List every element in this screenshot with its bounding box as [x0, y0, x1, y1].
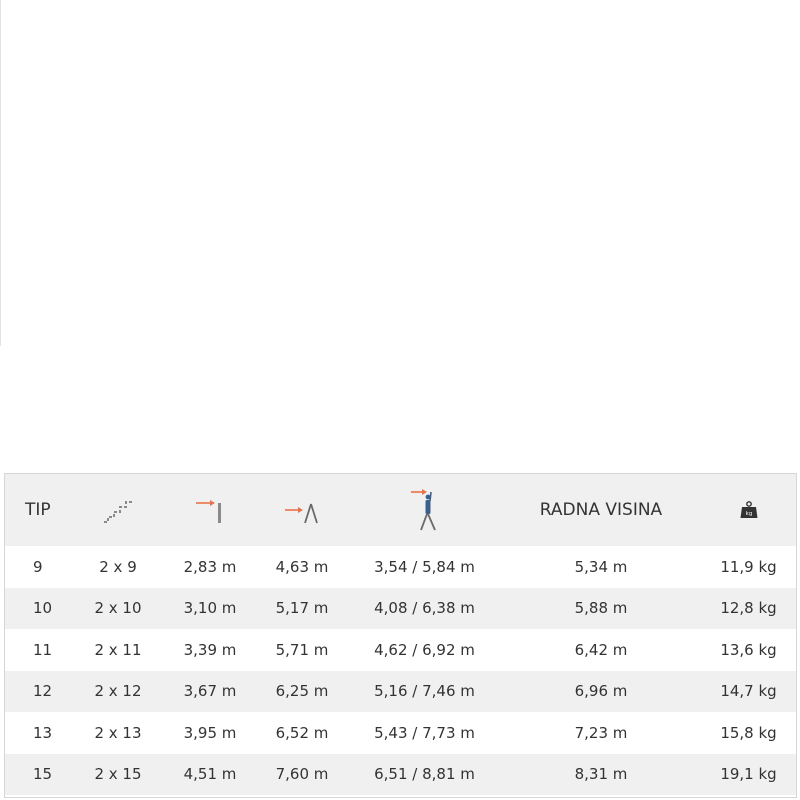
cell-weight: 12,8 kg	[720, 599, 777, 618]
table-row: 10 2 x 10 3,10 m 5,17 m 4,08 / 6,38 m 5,…	[5, 587, 796, 629]
cell-work-height: 7,23 m	[574, 723, 628, 742]
cell-weight: 14,7 kg	[720, 682, 777, 701]
cell-steps: 2 x 15	[94, 765, 142, 784]
cell-a-frame-height: 7,60 m	[275, 765, 329, 784]
weight-icon: kg	[740, 501, 757, 518]
cell-steps: 2 x 13	[94, 723, 142, 742]
table-body: 9 2 x 9 2,83 m 4,63 m 3,54 / 5,84 m 5,34…	[5, 546, 796, 795]
table-row: 13 2 x 13 3,95 m 6,52 m 5,43 / 7,73 m 7,…	[5, 712, 796, 754]
header-reach-height	[348, 474, 501, 546]
header-work-height: RADNA VISINA	[539, 500, 663, 520]
cell-tip: 10	[33, 599, 53, 618]
cell-reach-height: 6,51 / 8,81 m	[374, 765, 475, 784]
cell-work-height: 6,96 m	[574, 682, 628, 701]
cell-ladder-height: 4,51 m	[183, 765, 237, 784]
header-tip: TIP	[25, 500, 51, 520]
a-frame-height-icon	[285, 503, 318, 524]
cell-steps: 2 x 10	[94, 599, 142, 618]
cell-reach-height: 4,62 / 6,92 m	[374, 640, 475, 659]
cell-reach-height: 5,43 / 7,73 m	[374, 723, 475, 742]
cell-a-frame-height: 4,63 m	[275, 557, 329, 576]
header-steps	[72, 474, 164, 546]
cell-steps: 2 x 11	[94, 640, 142, 659]
weight-icon-label: kg	[745, 511, 752, 517]
cell-ladder-height: 2,83 m	[183, 557, 237, 576]
cell-weight: 11,9 kg	[720, 557, 777, 576]
cell-work-height: 8,31 m	[574, 765, 628, 784]
cell-work-height: 6,42 m	[574, 640, 628, 659]
ladder-length-icon	[196, 500, 221, 523]
cell-weight: 15,8 kg	[720, 723, 777, 742]
cell-tip: 15	[33, 765, 53, 784]
header-a-frame-height	[256, 474, 348, 546]
cell-ladder-height: 3,67 m	[183, 682, 237, 701]
cell-tip: 12	[33, 682, 53, 701]
cell-steps: 2 x 12	[94, 682, 142, 701]
table-row: 9 2 x 9 2,83 m 4,63 m 3,54 / 5,84 m 5,34…	[5, 546, 796, 588]
cell-steps: 2 x 9	[99, 557, 137, 576]
cell-a-frame-height: 6,25 m	[275, 682, 329, 701]
cell-reach-height: 5,16 / 7,46 m	[374, 682, 475, 701]
spec-table: TIP RADNA VISINA kg 9 2 x 9 2,83 m 4,63 …	[5, 474, 796, 795]
cell-weight: 19,1 kg	[720, 765, 777, 784]
table-row: 15 2 x 15 4,51 m 7,60 m 6,51 / 8,81 m 8,…	[5, 753, 796, 795]
cell-tip: 11	[33, 640, 53, 659]
table-header-row: TIP RADNA VISINA kg	[5, 474, 796, 546]
cell-reach-height: 4,08 / 6,38 m	[374, 599, 475, 618]
cell-ladder-height: 3,10 m	[183, 599, 237, 618]
header-ladder-height	[164, 474, 256, 546]
cell-tip: 9	[33, 557, 43, 576]
cell-ladder-height: 3,95 m	[183, 723, 237, 742]
cell-work-height: 5,34 m	[574, 557, 628, 576]
table-row: 12 2 x 12 3,67 m 6,25 m 5,16 / 7,46 m 6,…	[5, 670, 796, 712]
table-row: 11 2 x 11 3,39 m 5,71 m 4,62 / 6,92 m 6,…	[5, 629, 796, 671]
cell-a-frame-height: 5,71 m	[275, 640, 329, 659]
cell-ladder-height: 3,39 m	[183, 640, 237, 659]
cell-tip: 13	[33, 723, 53, 742]
left-divider	[0, 0, 1, 346]
person-reach-icon	[410, 489, 436, 531]
cell-reach-height: 3,54 / 5,84 m	[374, 557, 475, 576]
cell-weight: 13,6 kg	[720, 640, 777, 659]
cell-work-height: 5,88 m	[574, 599, 628, 618]
header-weight: kg	[701, 474, 796, 546]
spec-table-container: TIP RADNA VISINA kg 9 2 x 9 2,83 m 4,63 …	[4, 473, 797, 798]
cell-a-frame-height: 6,52 m	[275, 723, 329, 742]
cell-a-frame-height: 5,17 m	[275, 599, 329, 618]
stairs-icon	[104, 501, 132, 523]
